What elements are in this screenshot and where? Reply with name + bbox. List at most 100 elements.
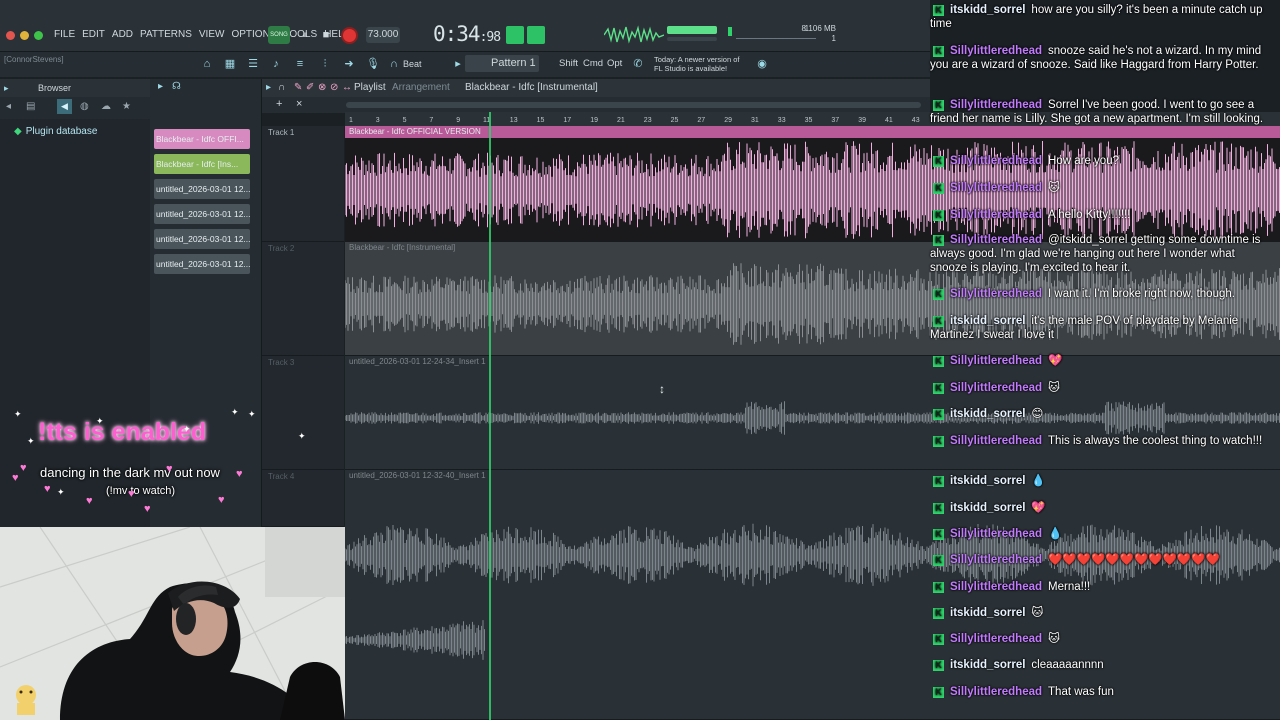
pause-icon[interactable]: ⏸ <box>296 27 314 43</box>
browser-speaker-icon[interactable]: ◀ <box>57 99 72 114</box>
clip-list-tool-icon[interactable]: ☊ <box>172 81 181 92</box>
kick-badge-icon: K <box>933 210 944 221</box>
menu-view[interactable]: VIEW <box>199 29 225 40</box>
clip-list: ▸ ☊ Blackbear - Idfc OFFI... Blackbear -… <box>150 79 262 529</box>
menu-edit[interactable]: EDIT <box>82 29 105 40</box>
chat-username[interactable]: itskidd_sorrel <box>950 4 1025 16</box>
menu-add[interactable]: ADD <box>112 29 133 40</box>
track-header[interactable]: Track 4 <box>262 470 344 527</box>
chat-username[interactable]: itskidd_sorrel <box>950 607 1025 619</box>
song-position[interactable]: 0:34:98 <box>433 22 501 46</box>
horizontal-scrollbar[interactable] <box>346 102 921 108</box>
chat-username[interactable]: itskidd_sorrel <box>950 659 1025 671</box>
browser-folder-icon[interactable]: ▤ <box>26 101 35 112</box>
heart-icon: ♥ <box>128 488 135 500</box>
song-mode-toggle[interactable]: SONG <box>268 26 290 44</box>
browser-cloud-icon[interactable]: ☁ <box>101 101 111 112</box>
clip-item[interactable]: untitled_2026-03-01 12... <box>154 179 250 199</box>
chat-username[interactable]: itskidd_sorrel <box>950 502 1025 514</box>
master-volume-slider[interactable] <box>667 37 717 41</box>
chat-username[interactable]: itskidd_sorrel <box>950 315 1025 327</box>
channel-rack-icon[interactable]: ☰ <box>246 57 260 71</box>
chat-username[interactable]: Sillylittleredhead <box>950 355 1042 367</box>
chat-text: 😊 <box>1031 408 1044 420</box>
chat-username[interactable]: itskidd_sorrel <box>950 408 1025 420</box>
browser-back-icon[interactable]: ◂ <box>6 101 11 112</box>
arrow-right-icon[interactable]: ➜ <box>342 57 356 71</box>
chat-username[interactable]: Sillylittleredhead <box>950 182 1042 194</box>
plugin-picker-icon[interactable]: ⫶ <box>318 57 332 71</box>
tempo-display[interactable]: 73.000 <box>366 27 400 43</box>
playlist-window-icon[interactable]: ▦ <box>223 57 237 71</box>
online-news-icon[interactable]: ✆ <box>631 57 645 71</box>
piano-roll-icon[interactable]: ♪ <box>269 57 283 71</box>
globe-icon[interactable]: ◉ <box>755 57 769 71</box>
clip-item[interactable]: untitled_2026-03-01 12... <box>154 229 250 249</box>
track-header[interactable]: Track 1 <box>262 126 344 242</box>
pin-icon[interactable]: ⌂ <box>200 57 214 71</box>
chat-username[interactable]: Sillylittleredhead <box>950 99 1042 111</box>
ruler-tick-label: 27 <box>697 117 705 124</box>
menu-patterns[interactable]: PATTERNS <box>140 29 192 40</box>
mixer-icon[interactable]: ≡ <box>293 57 307 71</box>
magnet-icon[interactable]: ∩ <box>387 57 401 71</box>
playlist-menu-icon[interactable]: ▸ <box>266 79 271 97</box>
menu-file[interactable]: FILE <box>54 29 75 40</box>
clip-item[interactable]: Blackbear - Idfc OFFI... <box>154 129 250 149</box>
remove-track-icon[interactable]: × <box>296 98 302 110</box>
chat-username[interactable]: Sillylittleredhead <box>950 155 1042 167</box>
shift-button[interactable]: Shift <box>559 58 578 69</box>
plugin-database-item[interactable]: ◆ Plugin database <box>14 126 97 137</box>
clip-item[interactable]: Blackbear - Idfc [Ins... <box>154 154 250 174</box>
zoom-window-icon[interactable] <box>34 31 43 40</box>
chat-username[interactable]: itskidd_sorrel <box>950 475 1025 487</box>
microphone-icon[interactable]: 🎙 <box>366 57 380 71</box>
clip-item[interactable]: untitled_2026-03-01 12... <box>154 254 250 274</box>
clip-list-arrow-icon[interactable]: ▸ <box>158 81 163 92</box>
chat-username[interactable]: Sillylittleredhead <box>950 382 1042 394</box>
chat-username[interactable]: Sillylittleredhead <box>950 288 1042 300</box>
chat-username[interactable]: Sillylittleredhead <box>950 581 1042 593</box>
clip-item[interactable]: untitled_2026-03-01 12... <box>154 204 250 224</box>
add-track-icon[interactable]: + <box>276 98 282 110</box>
playlist-delete-icon[interactable]: ⊗ <box>318 79 326 97</box>
wait-input-button[interactable] <box>527 26 545 44</box>
opt-button[interactable]: Opt <box>607 58 622 69</box>
browser-star-icon[interactable]: ★ <box>122 101 131 112</box>
chat-username[interactable]: Sillylittleredhead <box>950 435 1042 447</box>
track-header[interactable]: Track 3 <box>262 356 344 470</box>
playlist-slip-icon[interactable]: ↔ <box>342 79 352 97</box>
chat-message: Kitskidd_sorrel cleaaaaannnn <box>930 658 1275 672</box>
pattern-selector[interactable]: Pattern 1 <box>465 55 539 72</box>
snap-beat-label[interactable]: Beat <box>403 59 422 69</box>
playlist-snap-icon[interactable]: ∩ <box>278 79 285 97</box>
playlist-breadcrumb[interactable]: Blackbear - Idfc [Instrumental] <box>465 79 598 97</box>
track-name: Track 2 <box>268 244 295 253</box>
browser-collapse-icon[interactable]: ▸ <box>4 79 9 97</box>
chat-username[interactable]: Sillylittleredhead <box>950 528 1042 540</box>
chat-username[interactable]: Sillylittleredhead <box>950 45 1042 57</box>
record-button[interactable] <box>341 27 358 44</box>
playlist-paint-icon[interactable]: ✐ <box>306 79 314 97</box>
browser-globe-icon[interactable]: ◍ <box>80 101 89 112</box>
pattern-prev-icon[interactable]: ▸ <box>451 57 465 71</box>
playlist-mute-icon[interactable]: ⊘ <box>330 79 338 97</box>
ruler-tick-label: 7 <box>429 117 433 124</box>
stop-icon[interactable]: ■ <box>317 27 335 43</box>
chat-username[interactable]: Sillylittleredhead <box>950 209 1042 221</box>
close-window-icon[interactable] <box>6 31 15 40</box>
chat-username[interactable]: Sillylittleredhead <box>950 686 1042 698</box>
chat-username[interactable]: Sillylittleredhead <box>950 554 1042 566</box>
cmd-button[interactable]: Cmd <box>583 58 603 69</box>
playlist-draw-icon[interactable]: ✎ <box>294 79 302 97</box>
metronome-button[interactable] <box>506 26 524 44</box>
kick-badge-icon: K <box>933 634 944 645</box>
browser-title: Browser <box>38 83 72 93</box>
minimize-window-icon[interactable] <box>20 31 29 40</box>
playhead[interactable] <box>489 112 491 720</box>
chat-text: This is always the coolest thing to watc… <box>1048 435 1263 447</box>
track-header[interactable]: Track 2 <box>262 242 344 356</box>
chat-username[interactable]: Sillylittleredhead <box>950 234 1042 246</box>
news-ticker[interactable]: Today: A newer version of FL Studio is a… <box>654 55 739 73</box>
chat-username[interactable]: Sillylittleredhead <box>950 633 1042 645</box>
